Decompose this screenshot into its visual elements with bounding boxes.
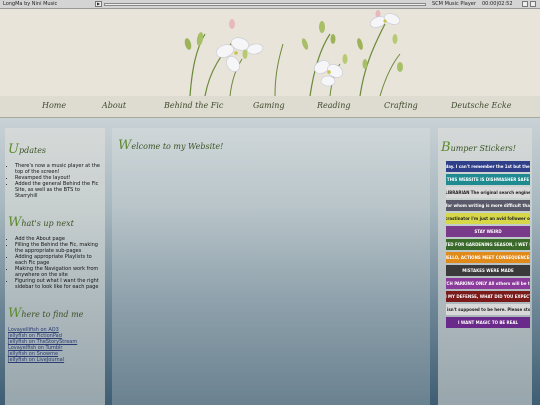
bumper-sticker: A WRITER is someone for whom writing is … <box>446 200 530 211</box>
nav-home[interactable]: Home <box>42 101 66 110</box>
find-me-links: Lovayellifish on AO3 Jellyfish on Fictio… <box>8 327 103 363</box>
bumper-sticker: THIS WEBSITE IS DISHWASHER SAFE <box>446 174 530 185</box>
bumper-sticker: MISTAKES WERE MADE <box>446 265 530 276</box>
welcome-heading: Welcome to my Website! <box>118 138 224 153</box>
nav-crafting[interactable]: Crafting <box>384 101 418 110</box>
updates-heading: Updates <box>8 142 47 157</box>
main-content: Welcome to my Website! <box>112 128 430 405</box>
link-livejournal[interactable]: Jellyfish on LiveJournal <box>8 357 103 363</box>
list-item: Adding appropriate Playlists to each Fic… <box>15 254 103 266</box>
bumper-sticker: I'm not a procrastinator I'm just an avi… <box>446 213 530 224</box>
header-banner <box>0 9 540 96</box>
list-item: Making the Navigation work from anywhere… <box>15 266 103 278</box>
player-track-title: LongMa by Nini Music <box>3 1 58 7</box>
bumper-stickers-heading: Bumper Stickers! <box>441 140 516 155</box>
bumper-sticker: Sorry, this isn't supposed to be here. P… <box>446 304 530 315</box>
bumper-sticker: I WANT MAGIC TO BE REAL <box>446 317 530 328</box>
list-item: Added the general Behind the Fic Site, a… <box>15 181 103 199</box>
close-icon[interactable] <box>530 1 536 7</box>
left-sidebar: Updates There's now a music player at th… <box>5 128 105 405</box>
bumper-sticker: STAY WEIRD <box>446 226 530 237</box>
bumper-sticker: IN MY DEFENSE, WHAT DID YOU EXPECT? <box>446 291 530 302</box>
music-player: LongMa by Nini Music ▶ SCM Music Player … <box>0 0 540 9</box>
nav-behind-the-fic[interactable]: Behind the Fic <box>164 101 223 110</box>
bumper-sticker: WITCH PARKING ONLY All others will be to… <box>446 278 530 289</box>
right-sidebar: Bumper Stickers! I learned 2 big lessons… <box>438 128 532 405</box>
bumper-sticker: I learned 2 big lessons today. I can't r… <box>446 161 530 172</box>
whats-next-heading: What's up next <box>8 215 74 230</box>
player-time: 00:00|02:52 <box>482 1 513 7</box>
updates-list: There's now a music player at the top of… <box>8 163 103 199</box>
player-buttons <box>522 1 540 7</box>
bumper-sticker: LIBRARIAN The original search engine <box>446 187 530 198</box>
nav-gaming[interactable]: Gaming <box>253 101 285 110</box>
list-item: Figuring out what I want the right sideb… <box>15 278 103 290</box>
main-nav: Home About Behind the Fic Gaming Reading… <box>0 96 540 118</box>
flower-illustration <box>184 10 403 96</box>
player-brand: SCM Music Player <box>432 1 476 7</box>
list-item: Filling the Behind the Fic, making the a… <box>15 242 103 254</box>
nav-deutsche-ecke[interactable]: Deutsche Ecke <box>451 101 511 110</box>
bumper-sticker: HELLO, ACTIONS MEET CONSEQUENCES <box>446 252 530 263</box>
playlist-icon[interactable] <box>522 1 528 7</box>
nav-about[interactable]: About <box>102 101 126 110</box>
nav-reading[interactable]: Reading <box>317 101 350 110</box>
play-icon[interactable]: ▶ <box>95 1 102 7</box>
sticker-list: I learned 2 big lessons today. I can't r… <box>446 161 532 328</box>
find-me-heading: Where to find me <box>8 306 84 321</box>
whats-next-list: Add the About page Filling the Behind th… <box>8 236 103 290</box>
bumper-sticker: I'M SO EXCITED FOR GARDENING SEASON, I W… <box>446 239 530 250</box>
player-seek-bar[interactable] <box>104 2 426 6</box>
list-item: There's now a music player at the top of… <box>15 163 103 175</box>
